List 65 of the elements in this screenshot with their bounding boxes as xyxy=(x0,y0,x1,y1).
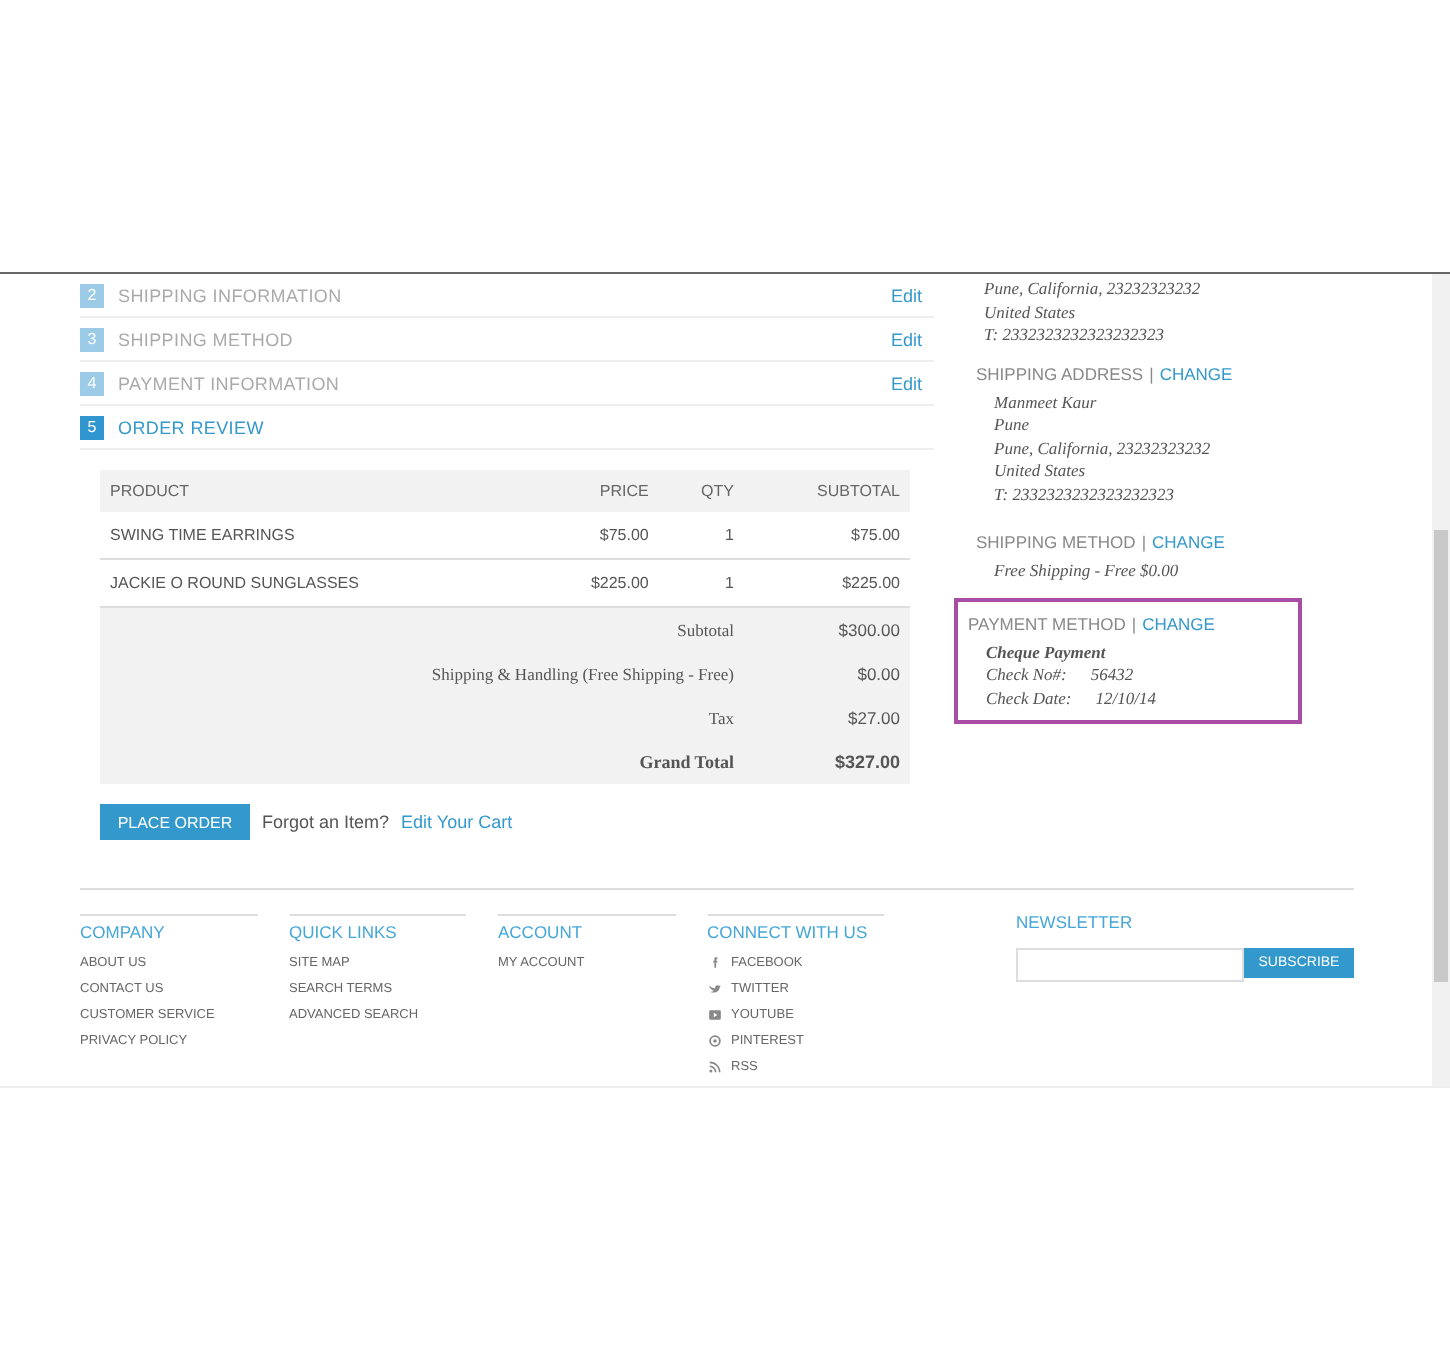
step-label: PAYMENT INFORMATION xyxy=(118,373,342,393)
total-label: Shipping & Handling (Free Shipping - Free) xyxy=(431,664,734,684)
detail-label: Check No#: xyxy=(986,664,1067,687)
video-play-icon[interactable] xyxy=(707,1008,721,1022)
edit-link[interactable]: Edit xyxy=(890,285,922,305)
detail-line: Free Shipping - Free $0.00 xyxy=(992,560,1181,583)
detail-line: Pune, California, 23232323232 xyxy=(992,437,1213,460)
column-header: QTY xyxy=(658,470,744,512)
separator: | xyxy=(1141,532,1147,552)
total-value: $0.00 xyxy=(857,664,900,684)
pinterest-icon[interactable] xyxy=(707,1034,721,1048)
step-label: SHIPPING INFORMATION xyxy=(118,285,344,305)
address-line: Pune, California, 23232323232 xyxy=(982,278,1203,301)
total-value: $27.00 xyxy=(848,708,900,728)
step-number: 3 xyxy=(80,327,104,351)
separator: | xyxy=(1149,363,1154,383)
detail-label: Check Date: xyxy=(986,687,1072,710)
detail-line: Pune xyxy=(992,414,1031,437)
change-link[interactable]: CHANGE xyxy=(1159,363,1233,383)
detail-value: 12/10/14 xyxy=(1095,687,1156,710)
section-heading: SHIPPING ADDRESS xyxy=(976,363,1144,383)
detail-line: United States xyxy=(992,460,1088,483)
step-label: ORDER REVIEW xyxy=(118,417,266,437)
table-cell: SWING TIME EARRINGS xyxy=(100,512,534,559)
change-link[interactable]: CHANGE xyxy=(1142,613,1215,633)
twitter-icon[interactable] xyxy=(707,982,721,996)
separator: | xyxy=(1131,613,1137,633)
address-line: United States xyxy=(982,301,1078,324)
footer-heading: QUICK LINKS xyxy=(289,914,466,942)
footer-heading: ACCOUNT xyxy=(498,914,675,942)
column-header: PRODUCT xyxy=(100,470,534,512)
table-cell: $75.00 xyxy=(533,512,659,559)
section-heading: SHIPPING METHOD xyxy=(976,532,1136,552)
address-line: T: 2332323232323232323 xyxy=(982,324,1166,347)
table-cell: 1 xyxy=(658,512,744,559)
section-heading: PAYMENT METHOD xyxy=(968,613,1126,633)
detail-value: 56432 xyxy=(1090,664,1134,687)
footer-heading: CONNECT WITH US xyxy=(707,914,884,942)
table-cell: $75.00 xyxy=(743,512,910,559)
change-link[interactable]: CHANGE xyxy=(1152,532,1225,552)
footer-heading: COMPANY xyxy=(80,914,257,942)
scrollbar-thumb[interactable] xyxy=(1434,530,1448,982)
email-field[interactable] xyxy=(1016,948,1244,982)
edit-link[interactable]: Edit xyxy=(890,329,922,349)
facebook-icon[interactable] xyxy=(707,956,721,970)
total-label: Tax xyxy=(708,708,734,728)
total-label: Subtotal xyxy=(677,620,734,640)
column-header: SUBTOTAL xyxy=(743,470,910,512)
step-number: 5 xyxy=(80,415,104,439)
edit-cart-link[interactable]: Edit Your Cart xyxy=(401,812,513,832)
forgot-text: Forgot an Item? xyxy=(262,812,390,832)
column-header: PRICE xyxy=(533,470,659,512)
detail-line: Manmeet Kaur xyxy=(992,391,1099,414)
newsletter-heading: NEWSLETTER xyxy=(1016,912,1135,932)
step-number: 2 xyxy=(80,283,104,307)
total-value: $300.00 xyxy=(838,620,900,640)
place-order-button[interactable]: PLACE ORDER xyxy=(100,804,250,840)
detail-line: T: 2332323232323232323 xyxy=(992,483,1176,506)
step-label: SHIPPING METHOD xyxy=(118,329,296,349)
edit-link[interactable]: Edit xyxy=(890,373,922,393)
grand-total-label: Grand Total xyxy=(639,752,734,772)
payment-title: Cheque Payment xyxy=(984,641,1108,664)
grand-total-value: $327.00 xyxy=(834,752,900,772)
step-number: 4 xyxy=(80,371,104,395)
rss-icon[interactable] xyxy=(707,1060,721,1074)
